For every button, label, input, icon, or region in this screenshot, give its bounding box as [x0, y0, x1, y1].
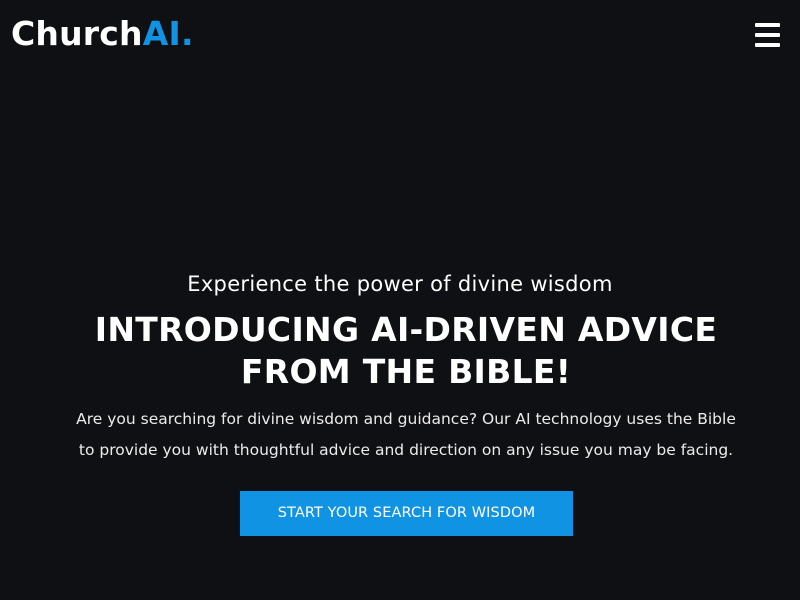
- logo-text: Church: [11, 14, 143, 53]
- hero-headline: INTRODUCING AI-DRIVEN ADVICE FROM THE BI…: [94, 310, 718, 391]
- start-search-button[interactable]: START YOUR SEARCH FOR WISDOM: [240, 491, 573, 536]
- menu-bar-top: [755, 23, 780, 27]
- site-header: ChurchAI.: [0, 0, 800, 70]
- site-logo[interactable]: ChurchAI.: [11, 14, 194, 54]
- hamburger-menu-icon[interactable]: [752, 20, 784, 50]
- menu-bar-middle: [755, 33, 780, 37]
- hero-description: Are you searching for divine wisdom and …: [76, 410, 736, 459]
- logo-accent: AI.: [142, 14, 194, 53]
- menu-bar-bottom: [755, 43, 780, 47]
- hero-subtitle: Experience the power of divine wisdom: [187, 272, 613, 296]
